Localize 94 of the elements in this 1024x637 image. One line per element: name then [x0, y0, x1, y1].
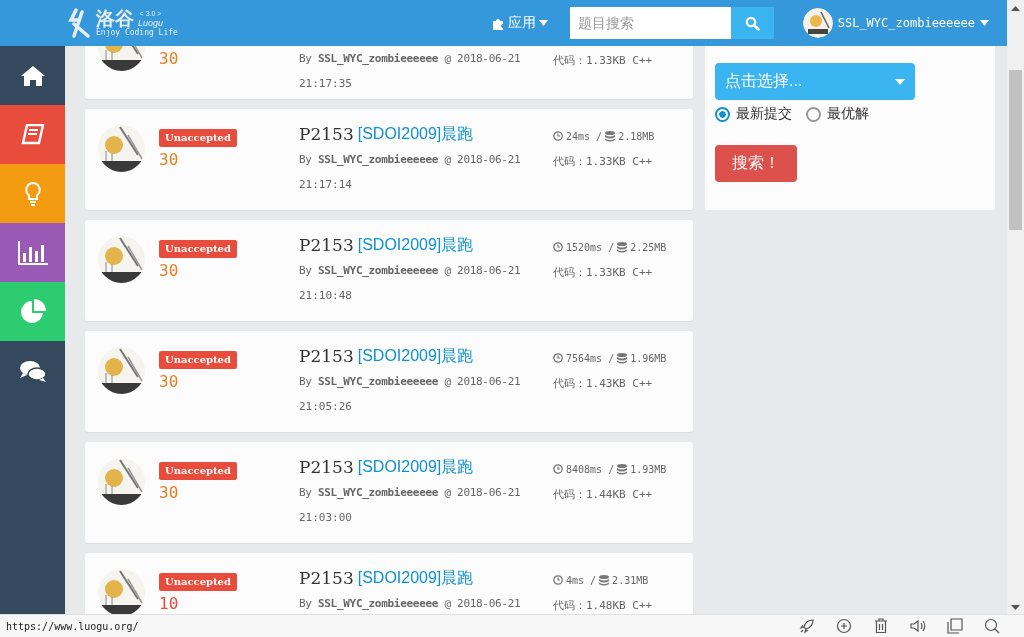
caret-icon [538, 20, 548, 26]
submitter-line: By SSL_WYC_zombieeeeee @ 2018-06-21 [299, 374, 522, 390]
database-icon [605, 130, 616, 142]
memory-usage: 2.25MB [630, 241, 667, 253]
sidebar-item[interactable] [0, 223, 65, 282]
problem-id: P2153 [299, 457, 354, 477]
score: 30 [159, 261, 179, 281]
scroll-thumb[interactable] [1009, 70, 1022, 230]
database-icon [617, 463, 628, 475]
submitter-line: By SSL_WYC_zombieeeeee @ 2018-06-21 [299, 596, 522, 612]
add-circle-icon[interactable] [836, 618, 852, 634]
score: 10 [159, 594, 179, 614]
clock-icon [553, 131, 563, 141]
submitter-line: By SSL_WYC_zombieeeeee @ 2018-06-21 [299, 51, 522, 67]
radio-label: 最优解 [827, 105, 869, 123]
radio-label: 最新提交 [736, 105, 792, 123]
rocket-icon[interactable] [799, 618, 815, 634]
book-icon [20, 123, 45, 146]
status-badge: Unaccepted [159, 240, 237, 258]
search-icon [744, 15, 760, 31]
apps-menu[interactable]: 应用 [491, 14, 548, 32]
database-icon [599, 574, 610, 586]
code-info: 代码：1.48KB C++ [553, 598, 654, 614]
code-info: 代码：1.43KB C++ [553, 376, 654, 392]
run-time: 8408ms / [566, 463, 615, 475]
submitter-line: By SSL_WYC_zombieeeeee @ 2018-06-21 [299, 152, 522, 168]
problem-link[interactable]: [SDOI2009]晨跑 [357, 345, 474, 367]
chat-icon [18, 359, 47, 382]
problem-link[interactable]: [SDOI2009]晨跑 [357, 456, 474, 478]
problem-select[interactable]: 点击选择... [715, 63, 915, 100]
run-time: 1520ms / [566, 241, 615, 253]
submit-time: 21:17:35 [299, 76, 353, 92]
submit-time: 21:10:48 [299, 288, 353, 304]
clock-icon [553, 575, 563, 585]
submit-time: 21:03:00 [299, 510, 353, 526]
sidebar-item[interactable] [0, 105, 65, 164]
code-info: 代码：1.33KB C++ [553, 53, 654, 69]
window-icon[interactable] [947, 618, 963, 634]
problem-id: P2153 [299, 568, 354, 588]
logo-slogan: Enjoy Coding Life [96, 28, 178, 38]
problem-id: P2153 [299, 346, 354, 366]
code-info: 代码：1.33KB C++ [553, 154, 654, 170]
score: 30 [159, 372, 179, 392]
status-url: https://www.luogu.org/ [5, 620, 139, 632]
scroll-down-icon[interactable] [1011, 605, 1020, 610]
status-badge: Unaccepted [159, 351, 237, 369]
problem-link[interactable]: [SDOI2009]晨跑 [357, 234, 474, 256]
status-badge: Unaccepted [159, 462, 237, 480]
scrollbar[interactable] [1007, 0, 1024, 614]
clock-icon [553, 353, 563, 363]
problem-link[interactable]: [SDOI2009]晨跑 [357, 567, 474, 589]
status-badge: Unaccepted [159, 129, 237, 147]
pie-chart-icon [19, 298, 46, 325]
trash-icon[interactable] [873, 618, 889, 634]
clock-icon [553, 242, 563, 252]
logo-subtitle: Luogu [138, 18, 164, 28]
problem-id: P2153 [299, 124, 354, 144]
memory-usage: 1.96MB [630, 352, 667, 364]
run-time: 7564ms / [566, 352, 615, 364]
clock-icon [553, 464, 563, 474]
memory-usage: 2.31MB [612, 574, 649, 586]
problem-link[interactable]: [SDOI2009]晨跑 [357, 123, 474, 145]
search-field[interactable]: 题目搜索 [569, 7, 731, 39]
score: 30 [159, 150, 179, 170]
database-icon [617, 352, 628, 364]
user-menu[interactable]: SSL_WYC_zombieeeeee [802, 8, 989, 38]
sort-radio[interactable]: 最优解 [806, 105, 869, 123]
problem-id: P2153 [299, 235, 354, 255]
logo-title: 洛谷 [96, 8, 134, 28]
database-icon [617, 241, 628, 253]
run-time: 24ms / [566, 130, 603, 142]
code-info: 代码：1.33KB C++ [553, 265, 654, 281]
run-time: 4ms / [566, 574, 597, 586]
puzzle-icon [491, 16, 505, 30]
score: 30 [159, 483, 179, 503]
scroll-up-icon[interactable] [1011, 6, 1020, 11]
status-badge: Unaccepted [159, 573, 237, 591]
memory-usage: 2.18MB [618, 130, 655, 142]
bar-chart-icon [17, 240, 48, 265]
search-icon[interactable] [984, 618, 1000, 634]
sort-radio[interactable]: 最新提交 [715, 105, 792, 123]
caret-icon [895, 78, 905, 85]
score: 30 [159, 49, 179, 69]
submit-time: 21:17:14 [299, 177, 353, 193]
search-submit-button[interactable]: 搜索！ [715, 145, 797, 182]
memory-usage: 1.93MB [630, 463, 667, 475]
caret-icon [980, 20, 989, 26]
submit-time: 21:05:26 [299, 399, 353, 415]
lightbulb-icon [24, 181, 41, 206]
code-info: 代码：1.44KB C++ [553, 487, 654, 503]
home-icon [20, 64, 45, 87]
submitter-line: By SSL_WYC_zombieeeeee @ 2018-06-21 [299, 485, 522, 501]
speaker-icon[interactable] [910, 618, 926, 634]
submitter-line: By SSL_WYC_zombieeeeee @ 2018-06-21 [299, 263, 522, 279]
